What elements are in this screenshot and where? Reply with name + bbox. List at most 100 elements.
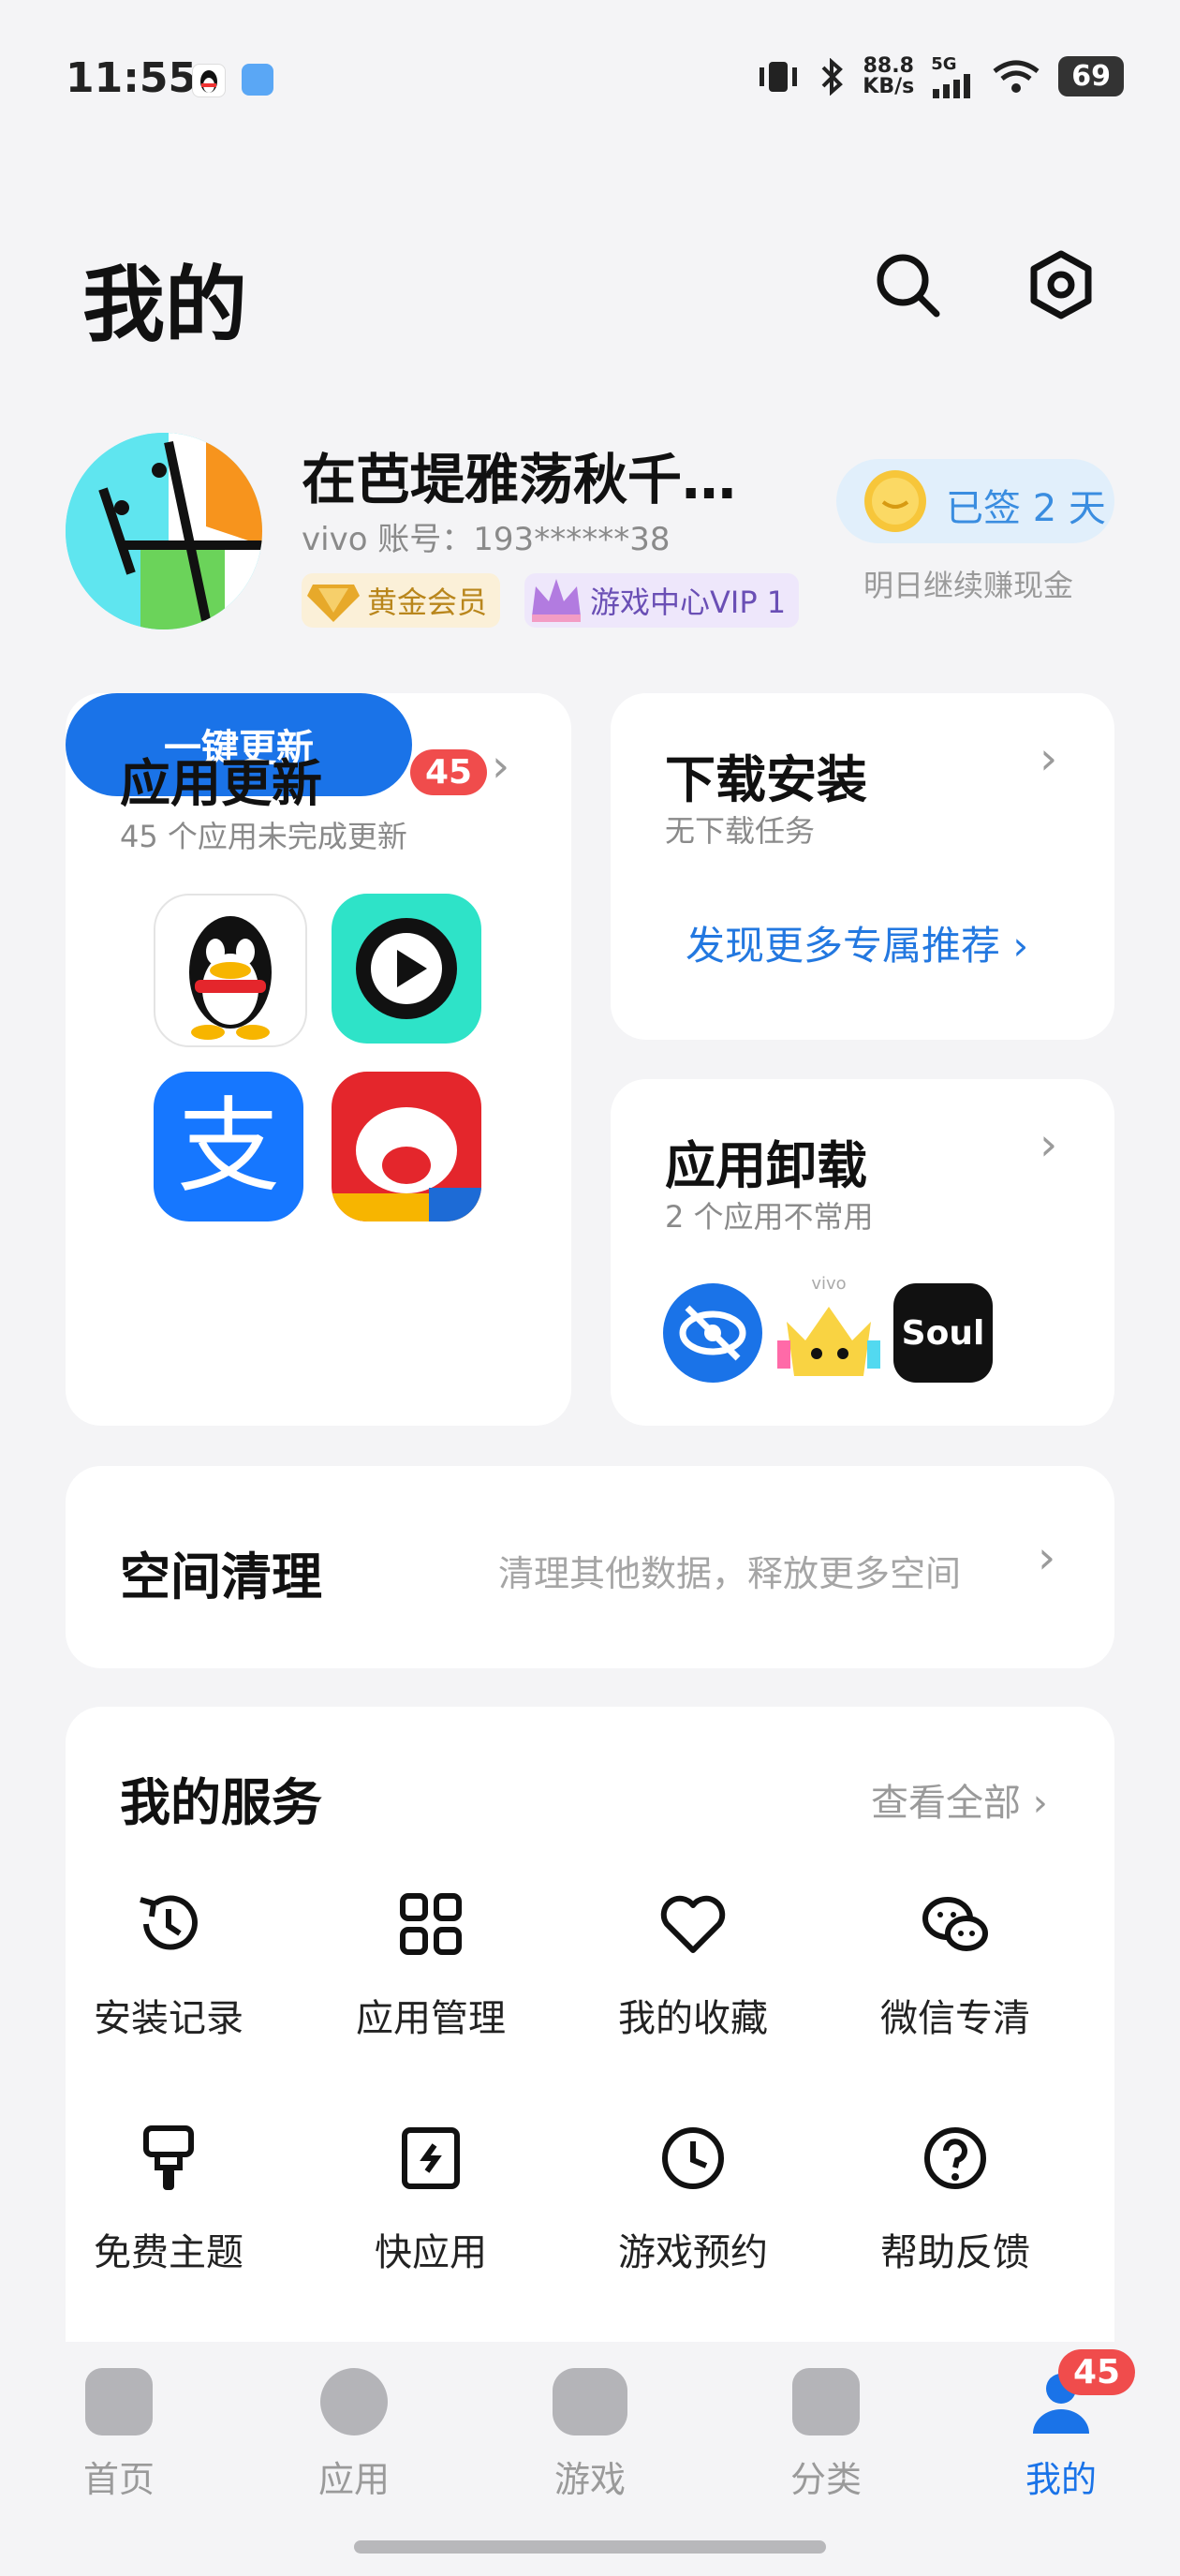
- view-all-link[interactable]: 查看全部 ›: [871, 1772, 1048, 1827]
- game-vip-label: 游戏中心VIP 1: [590, 585, 787, 620]
- vivo-icon-text: vivo: [811, 1274, 847, 1294]
- signal: 5G: [931, 54, 974, 98]
- jd-app-icon[interactable]: [332, 1072, 481, 1221]
- search-button[interactable]: [871, 248, 944, 321]
- heart-icon: [660, 1895, 726, 1953]
- clock-icon: [662, 2127, 724, 2189]
- space-cleanup-subtitle: 清理其他数据，释放更多空间: [498, 1553, 962, 1594]
- service-app-manager[interactable]: 应用管理: [328, 1885, 534, 2042]
- app-update-title: 应用更新: [120, 754, 322, 813]
- signal-icon: [933, 74, 971, 98]
- app-update-subtitle: 45 个应用未完成更新: [120, 819, 407, 854]
- recommend-link-label: 发现更多专属推荐: [686, 923, 1001, 969]
- avatar-image: [66, 433, 262, 629]
- account-id: vivo 账号：193******38: [302, 521, 671, 558]
- gear-icon: [1030, 250, 1092, 319]
- gold-member-badge[interactable]: 黄金会员: [302, 573, 501, 628]
- service-quick-app[interactable]: 快应用: [328, 2119, 534, 2276]
- service-label: 帮助反馈: [880, 2231, 1030, 2274]
- service-game-reservation[interactable]: 游戏预约: [590, 2119, 796, 2276]
- home-indicator[interactable]: [354, 2540, 826, 2554]
- vivo-game-icon[interactable]: vivo: [777, 1274, 880, 1383]
- bag-icon: [85, 2368, 153, 2435]
- brush-icon: [143, 2125, 194, 2190]
- soul-app-icon[interactable]: Soul: [893, 1283, 993, 1383]
- quick-app-icon: [402, 2127, 460, 2189]
- bluetooth-icon: [821, 57, 844, 96]
- chevron-right-icon: ›: [1038, 1532, 1056, 1584]
- tab-label: 应用: [317, 2459, 390, 2500]
- chevron-right-icon: ›: [1040, 733, 1058, 785]
- avatar[interactable]: [66, 433, 262, 629]
- service-label: 游戏预约: [618, 2231, 768, 2274]
- help-icon: [924, 2127, 986, 2189]
- uninstall-card[interactable]: 应用卸载 › 2 个应用不常用 vivo Soul: [611, 1079, 1114, 1426]
- service-label: 免费主题: [94, 2231, 243, 2274]
- gold-member-label: 黄金会员: [367, 585, 488, 620]
- service-free-themes[interactable]: 免费主题: [66, 2119, 272, 2276]
- tab-apps[interactable]: 应用: [288, 2368, 420, 2502]
- video-app-icon[interactable]: [332, 894, 481, 1044]
- wifi-icon: [993, 60, 1040, 93]
- space-cleanup-title: 空间清理: [120, 1547, 322, 1606]
- wechat-icon: [922, 1897, 988, 1951]
- tab-label: 我的: [1025, 2459, 1097, 2500]
- status-time: 11:55: [66, 54, 198, 102]
- service-label: 微信专清: [880, 1997, 1030, 2040]
- service-label: 安装记录: [94, 1997, 243, 2040]
- service-favorites[interactable]: 我的收藏: [590, 1885, 796, 2042]
- service-help-feedback[interactable]: 帮助反馈: [852, 2119, 1058, 2276]
- page-title: 我的: [82, 257, 248, 353]
- alipay-app-icon[interactable]: 支: [154, 1072, 303, 1221]
- apps-icon: [320, 2368, 388, 2435]
- chevron-right-icon: ›: [1032, 1782, 1048, 1825]
- service-install-history[interactable]: 安装记录: [66, 1885, 272, 2042]
- settings-button[interactable]: [1025, 248, 1098, 321]
- download-card[interactable]: 下载安装 › 无下载任务 发现更多专属推荐 ›: [611, 693, 1114, 1040]
- sign-in-label: 已签 2 天: [946, 487, 1106, 530]
- status-bar: 11:55 88.8 KB/s 5G 69: [0, 0, 1180, 159]
- mine-tab-badge: 45: [1058, 2349, 1136, 2395]
- svg-text:支: 支: [177, 1087, 280, 1207]
- view-all-label: 查看全部: [871, 1782, 1021, 1825]
- hidden-app-icon[interactable]: [663, 1283, 762, 1383]
- tab-label: 首页: [82, 2459, 155, 2500]
- status-right: 88.8 KB/s 5G 69: [756, 54, 1124, 98]
- search-icon: [877, 254, 940, 318]
- chevron-right-icon: ›: [1040, 1118, 1058, 1171]
- qq-app-icon[interactable]: [154, 894, 307, 1047]
- my-services-card: 我的服务 查看全部 › 安装记录 应用管理 我的收藏 微信专清 免费主题 快应用…: [66, 1707, 1114, 2381]
- battery-indicator: 69: [1058, 56, 1124, 96]
- my-services-title: 我的服务: [120, 1773, 322, 1832]
- sign-in-subtitle: 明日继续赚现金: [863, 568, 1074, 603]
- vibrate-icon: [760, 61, 798, 92]
- service-label: 快应用: [375, 2231, 487, 2274]
- net-type: 5G: [931, 54, 957, 74]
- app-update-card[interactable]: 应用更新 45 › 45 个应用未完成更新 支 一键更新: [66, 693, 571, 1426]
- net-speed-unit: KB/s: [863, 74, 915, 98]
- diamond-icon: [307, 585, 360, 622]
- service-wechat-clean[interactable]: 微信专清: [852, 1885, 1058, 2042]
- category-icon: [792, 2368, 860, 2435]
- app-notification-icon: [242, 64, 273, 96]
- crown-icon: [532, 579, 581, 622]
- gamepad-icon: [553, 2368, 627, 2435]
- soul-icon-text: Soul: [901, 1313, 985, 1353]
- service-label: 我的收藏: [618, 1997, 768, 2040]
- game-vip-badge[interactable]: 游戏中心VIP 1: [524, 573, 800, 628]
- recommend-link[interactable]: 发现更多专属推荐 ›: [686, 914, 1028, 971]
- tab-home[interactable]: 首页: [53, 2368, 184, 2502]
- net-speed: 88.8 KB/s: [863, 53, 915, 98]
- tab-label: 游戏: [553, 2459, 626, 2500]
- tab-games[interactable]: 游戏: [524, 2368, 656, 2502]
- space-cleanup-card[interactable]: 空间清理 清理其他数据，释放更多空间 ›: [66, 1466, 1114, 1668]
- download-subtitle: 无下载任务: [665, 813, 816, 849]
- grid-icon: [400, 1893, 462, 1955]
- net-speed-value: 88.8: [863, 53, 914, 78]
- tab-categories[interactable]: 分类: [760, 2368, 892, 2502]
- username[interactable]: 在芭堤雅荡秋千…: [302, 436, 736, 514]
- history-icon: [140, 1895, 198, 1950]
- chevron-right-icon: ›: [1012, 923, 1029, 969]
- update-count-badge: 45: [410, 749, 488, 795]
- uninstall-title: 应用卸载: [665, 1136, 867, 1195]
